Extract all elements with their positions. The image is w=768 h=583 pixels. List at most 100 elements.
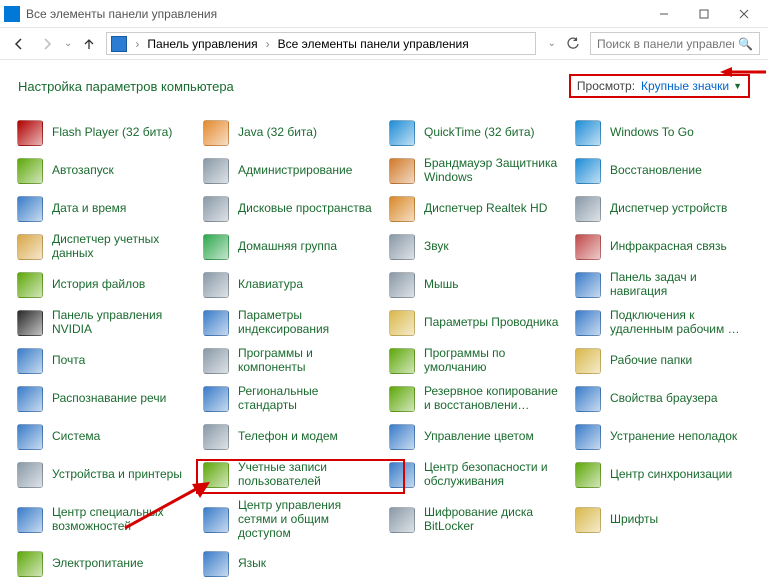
close-button[interactable] bbox=[724, 0, 764, 28]
applet-region[interactable]: Региональные стандарты bbox=[198, 380, 384, 418]
applet-recovery[interactable]: Восстановление bbox=[570, 152, 756, 190]
applet-credmgr[interactable]: Диспетчер учетных данных bbox=[12, 228, 198, 266]
mouse-icon bbox=[388, 271, 416, 299]
applet-label: Центр безопасности и обслуживания bbox=[424, 461, 564, 489]
applet-label: Дата и время bbox=[52, 202, 126, 216]
keyboard-icon bbox=[202, 271, 230, 299]
applet-flash[interactable]: Flash Player (32 бита) bbox=[12, 114, 198, 152]
applet-taskbar[interactable]: Панель задач и навигация bbox=[570, 266, 756, 304]
search-box[interactable]: 🔍 bbox=[590, 32, 760, 55]
phone-icon bbox=[202, 423, 230, 451]
applet-fonts[interactable]: Шрифты bbox=[570, 494, 756, 545]
applet-users[interactable]: Учетные записи пользователей bbox=[198, 456, 384, 494]
view-by-label: Просмотр: bbox=[577, 79, 635, 93]
applet-label: Шифрование диска BitLocker bbox=[424, 506, 564, 534]
taskbar-icon bbox=[574, 271, 602, 299]
applet-devprint[interactable]: Устройства и принтеры bbox=[12, 456, 198, 494]
applet-label: Клавиатура bbox=[238, 278, 303, 292]
applet-datetime[interactable]: Дата и время bbox=[12, 190, 198, 228]
applet-realtek[interactable]: Диспетчер Realtek HD bbox=[384, 190, 570, 228]
minimize-button[interactable] bbox=[644, 0, 684, 28]
applet-sound[interactable]: Звук bbox=[384, 228, 570, 266]
control-panel-icon bbox=[4, 6, 20, 22]
applet-label: Язык bbox=[238, 557, 266, 571]
applet-quicktime[interactable]: QuickTime (32 бита) bbox=[384, 114, 570, 152]
recent-locations-dropdown[interactable]: ⌄ bbox=[64, 38, 72, 49]
applet-nvidia[interactable]: Панель управления NVIDIA bbox=[12, 304, 198, 342]
applet-label: Телефон и модем bbox=[238, 430, 338, 444]
applet-autorun[interactable]: Автозапуск bbox=[12, 152, 198, 190]
applet-admin[interactable]: Администрирование bbox=[198, 152, 384, 190]
up-button[interactable] bbox=[78, 33, 100, 55]
applet-label: Windows To Go bbox=[610, 126, 694, 140]
applet-label: Flash Player (32 бита) bbox=[52, 126, 172, 140]
applet-backup[interactable]: Резервное копирование и восстановлени… bbox=[384, 380, 570, 418]
applet-label: Региональные стандарты bbox=[238, 385, 380, 413]
applet-mail[interactable]: Почта bbox=[12, 342, 198, 380]
applet-netshare[interactable]: Центр управления сетями и общим доступом bbox=[198, 494, 384, 545]
applet-devmgr[interactable]: Диспетчер устройств bbox=[570, 190, 756, 228]
applet-rdp[interactable]: Подключения к удаленным рабочим … bbox=[570, 304, 756, 342]
applet-label: Администрирование bbox=[238, 164, 352, 178]
applet-phone[interactable]: Телефон и модем bbox=[198, 418, 384, 456]
control-panel-icon bbox=[111, 36, 127, 52]
forward-button[interactable] bbox=[36, 33, 58, 55]
applet-label: Дисковые пространства bbox=[238, 202, 372, 216]
view-by-dropdown[interactable]: Крупные значки ▼ bbox=[641, 79, 742, 93]
applet-label: Программы по умолчанию bbox=[424, 347, 564, 375]
refresh-button[interactable] bbox=[562, 33, 584, 55]
ease-icon bbox=[16, 506, 44, 534]
applet-troubleshoot[interactable]: Устранение неполадок bbox=[570, 418, 756, 456]
address-dropdown[interactable]: ⌄ bbox=[548, 38, 556, 49]
users-icon bbox=[202, 461, 230, 489]
breadcrumb-root[interactable]: Панель управления bbox=[147, 37, 257, 51]
breadcrumb[interactable]: › Панель управления › Все элементы панел… bbox=[106, 32, 535, 55]
search-input[interactable] bbox=[597, 37, 734, 51]
speech-icon bbox=[16, 385, 44, 413]
maximize-button[interactable] bbox=[684, 0, 724, 28]
applet-label: История файлов bbox=[52, 278, 145, 292]
programs-icon bbox=[202, 347, 230, 375]
applet-language[interactable]: Язык bbox=[198, 545, 384, 583]
applet-workfolders[interactable]: Рабочие папки bbox=[570, 342, 756, 380]
applet-system[interactable]: Система bbox=[12, 418, 198, 456]
applet-wtg[interactable]: Windows To Go bbox=[570, 114, 756, 152]
applet-label: Брандмауэр Защитника Windows bbox=[424, 157, 564, 185]
applet-speech[interactable]: Распознавание речи bbox=[12, 380, 198, 418]
wtg-icon bbox=[574, 119, 602, 147]
applet-firewall[interactable]: Брандмауэр Защитника Windows bbox=[384, 152, 570, 190]
applet-bitlocker[interactable]: Шифрование диска BitLocker bbox=[384, 494, 570, 545]
quicktime-icon bbox=[388, 119, 416, 147]
applet-mouse[interactable]: Мышь bbox=[384, 266, 570, 304]
applet-indexing[interactable]: Параметры индексирования bbox=[198, 304, 384, 342]
applet-inetopt[interactable]: Свойства браузера bbox=[570, 380, 756, 418]
applet-storage[interactable]: Дисковые пространства bbox=[198, 190, 384, 228]
window-title: Все элементы панели управления bbox=[26, 7, 644, 21]
netshare-icon bbox=[202, 506, 230, 534]
backup-icon bbox=[388, 385, 416, 413]
back-button[interactable] bbox=[8, 33, 30, 55]
applet-sync[interactable]: Центр синхронизации bbox=[570, 456, 756, 494]
applet-keyboard[interactable]: Клавиатура bbox=[198, 266, 384, 304]
breadcrumb-current[interactable]: Все элементы панели управления bbox=[278, 37, 469, 51]
applet-filehist[interactable]: История файлов bbox=[12, 266, 198, 304]
language-icon bbox=[202, 550, 230, 578]
sound-icon bbox=[388, 233, 416, 261]
applet-irda[interactable]: Инфракрасная связь bbox=[570, 228, 756, 266]
applet-label: Диспетчер Realtek HD bbox=[424, 202, 547, 216]
applet-colormgmt[interactable]: Управление цветом bbox=[384, 418, 570, 456]
applet-defaults[interactable]: Программы по умолчанию bbox=[384, 342, 570, 380]
applet-java[interactable]: Java (32 бита) bbox=[198, 114, 384, 152]
applet-programs[interactable]: Программы и компоненты bbox=[198, 342, 384, 380]
applet-ease[interactable]: Центр специальных возможностей bbox=[12, 494, 198, 545]
applet-label: Автозапуск bbox=[52, 164, 114, 178]
explorer-icon bbox=[388, 309, 416, 337]
applet-label: Рабочие папки bbox=[610, 354, 692, 368]
applet-explorer[interactable]: Параметры Проводника bbox=[384, 304, 570, 342]
applet-security[interactable]: Центр безопасности и обслуживания bbox=[384, 456, 570, 494]
applet-power[interactable]: Электропитание bbox=[12, 545, 198, 583]
defaults-icon bbox=[388, 347, 416, 375]
realtek-icon bbox=[388, 195, 416, 223]
applet-homegroup[interactable]: Домашняя группа bbox=[198, 228, 384, 266]
troubleshoot-icon bbox=[574, 423, 602, 451]
